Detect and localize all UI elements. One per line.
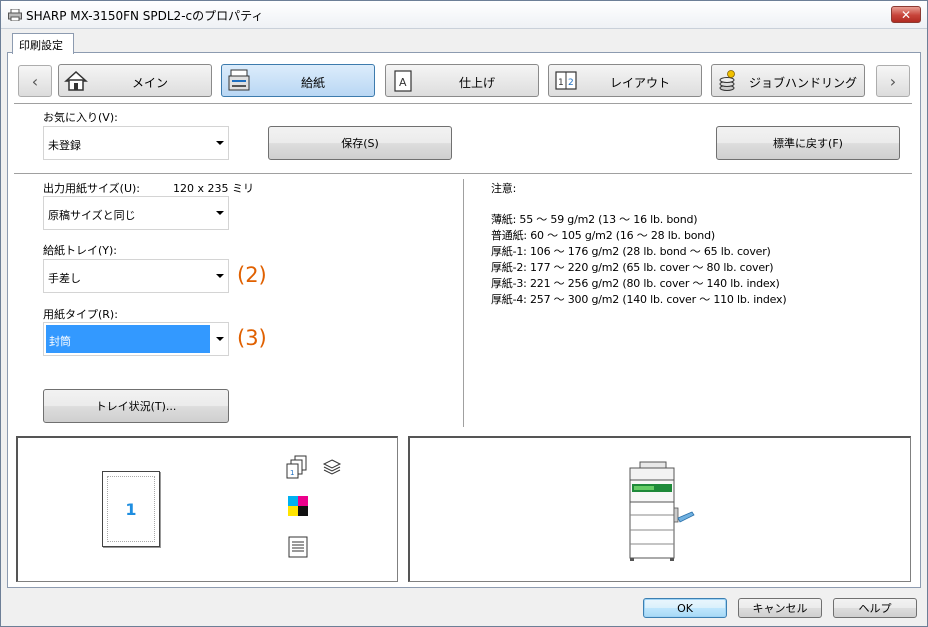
close-button[interactable]: ✕ [891, 6, 921, 23]
nav-layout-label: レイアウト [609, 76, 670, 90]
svg-text:1: 1 [558, 78, 564, 88]
svg-text:2: 2 [568, 78, 574, 88]
dropdown-arrow-icon [216, 274, 224, 278]
section-divider [14, 173, 912, 174]
settings-panel: ‹ メイン 給紙 A 仕上げ 1 2 レイアウト ジョブハンドリング › お気に… [7, 52, 921, 588]
note-line: 厚紙-3: 221 〜 256 g/m2 (80 lb. cover 〜 140… [491, 277, 780, 290]
finishing-icon: A [394, 70, 412, 92]
save-button[interactable]: 保存(S) [268, 126, 452, 160]
note-line: 普通紙: 60 〜 105 g/m2 (16 〜 28 lb. bond) [491, 229, 715, 242]
paper-tray-label: 給紙トレイ(Y): [43, 244, 118, 257]
paper-tray-value: 手差し [48, 272, 81, 285]
favorites-value: 未登録 [48, 139, 81, 152]
paper-type-marker: (3) [237, 326, 267, 350]
paper-tray-marker: (2) [237, 263, 267, 287]
title-bar: SHARP MX-3150FN SPDL2-cのプロパティ ✕ [1, 1, 927, 29]
paper-type-select[interactable]: 封筒 [43, 322, 229, 356]
paper-type-value: 封筒 [46, 325, 210, 353]
preview-page-number: 1 [107, 476, 155, 542]
column-divider [463, 179, 464, 427]
printer-machine-icon [629, 461, 695, 561]
dropdown-arrow-icon [216, 141, 224, 145]
output-size-value: 原稿サイズと同じ [48, 209, 136, 222]
cancel-button[interactable]: キャンセル [738, 598, 822, 618]
help-button[interactable]: ヘルプ [833, 598, 917, 618]
favorites-label: お気に入り(V): [43, 111, 118, 124]
nav-main-button[interactable]: メイン [58, 64, 212, 97]
paper-tray-select[interactable]: 手差し [43, 259, 229, 293]
printer-preview [408, 436, 911, 582]
job-handling-icon [719, 70, 735, 91]
tab-print-settings[interactable]: 印刷設定 [12, 33, 74, 54]
close-icon: ✕ [900, 7, 912, 22]
ok-button[interactable]: OK [643, 598, 727, 618]
nav-layout-button[interactable]: 1 2 レイアウト [548, 64, 702, 97]
output-size-select[interactable]: 原稿サイズと同じ [43, 196, 229, 230]
document-icon [288, 536, 308, 558]
color-mode-icon [288, 496, 308, 516]
note-line: 厚紙-2: 177 〜 220 g/m2 (65 lb. cover 〜 80 … [491, 261, 774, 274]
nav-prev-button[interactable]: ‹ [18, 65, 52, 97]
nav-job-handling-label: ジョブハンドリング [748, 76, 857, 90]
layout-icon: 1 2 [555, 71, 577, 90]
svg-text:A: A [399, 76, 407, 89]
nav-finishing-button[interactable]: A 仕上げ [385, 64, 539, 97]
tab-strip: 印刷設定 [1, 29, 927, 54]
nav-next-button[interactable]: › [876, 65, 910, 97]
collate-icon: 1 [286, 455, 307, 479]
output-size-label: 出力用紙サイズ(U): [43, 182, 141, 195]
chevron-right-icon: › [889, 71, 897, 91]
svg-text:1: 1 [290, 469, 294, 477]
nav-divider [14, 103, 912, 104]
dropdown-arrow-icon [216, 211, 224, 215]
home-icon [64, 70, 88, 91]
note-line: 薄紙: 55 〜 59 g/m2 (13 〜 16 lb. bond) [491, 213, 698, 226]
preview-page: 1 [102, 471, 160, 547]
stack-icon [322, 459, 342, 475]
nav-paper-button[interactable]: 給紙 [221, 64, 375, 97]
favorites-select[interactable]: 未登録 [43, 126, 229, 160]
printer-icon [8, 9, 22, 21]
output-size-dimension: 120 x 235 ミリ [173, 182, 254, 195]
chevron-left-icon: ‹ [31, 71, 39, 91]
nav-finishing-label: 仕上げ [458, 76, 495, 90]
nav-job-handling-button[interactable]: ジョブハンドリング [711, 64, 865, 97]
note-line: 厚紙-1: 106 〜 176 g/m2 (28 lb. bond 〜 65 l… [491, 245, 771, 258]
note-line: 厚紙-4: 257 〜 300 g/m2 (140 lb. cover 〜 11… [491, 293, 787, 306]
nav-main-label: メイン [131, 76, 168, 90]
properties-window: SHARP MX-3150FN SPDL2-cのプロパティ ✕ 印刷設定 ‹ メ… [0, 0, 928, 627]
notes-heading: 注意: [491, 182, 517, 195]
page-preview: 1 1 [16, 436, 398, 582]
dropdown-arrow-icon [216, 337, 224, 341]
paper-tray-icon [228, 69, 250, 91]
restore-defaults-button[interactable]: 標準に戻す(F) [716, 126, 900, 160]
paper-type-label: 用紙タイプ(R): [43, 308, 118, 321]
tray-status-button[interactable]: トレイ状況(T)... [43, 389, 229, 423]
window-title: SHARP MX-3150FN SPDL2-cのプロパティ [26, 9, 264, 23]
nav-paper-label: 給紙 [300, 76, 325, 90]
